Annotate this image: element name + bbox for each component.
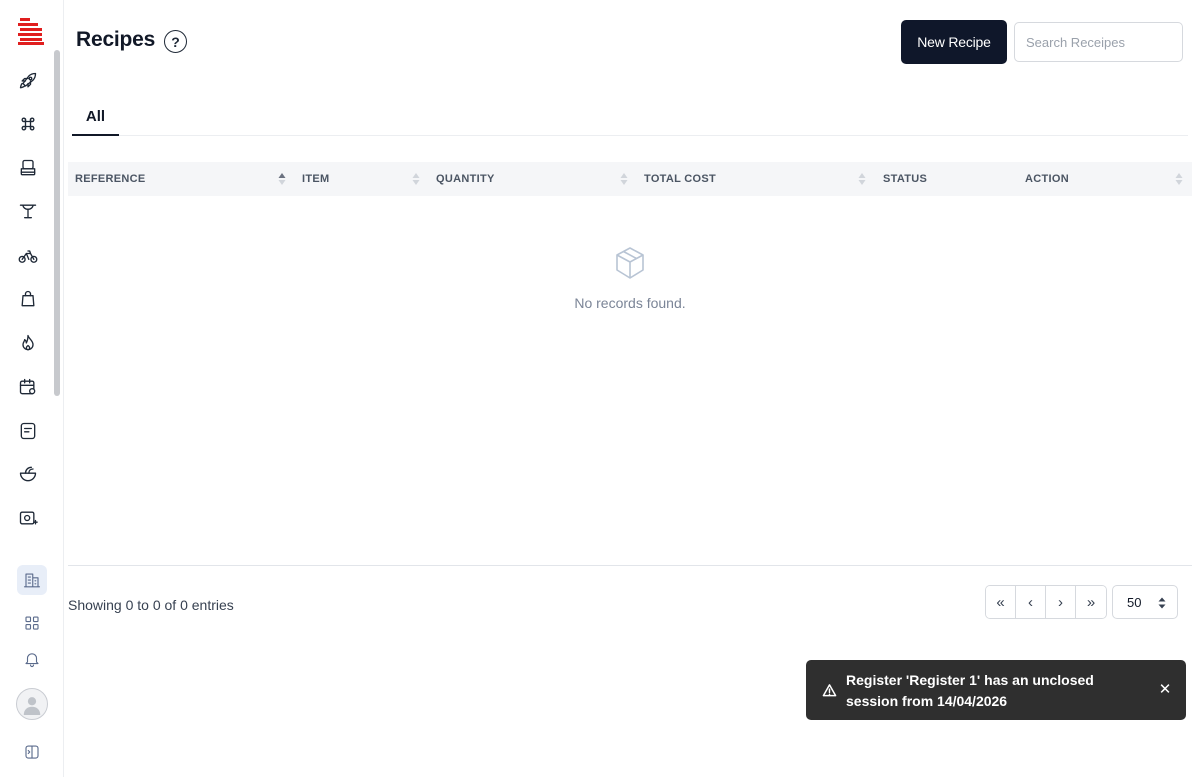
per-page-value: 50 — [1127, 594, 1142, 610]
sidebar-toggle-icon[interactable] — [20, 740, 44, 764]
table-icon[interactable] — [17, 200, 39, 222]
tab-bar: All — [72, 100, 1188, 136]
app-root: Recipes ? New Recipe All REFERENCE ITEM … — [0, 0, 1200, 777]
empty-message: No records found. — [574, 295, 686, 311]
apps-icon[interactable] — [20, 611, 44, 635]
column-header-status: STATUS — [883, 173, 928, 185]
register-icon[interactable] — [17, 157, 39, 179]
sidebar-scrollbar[interactable] — [52, 48, 62, 548]
tab-all[interactable]: All — [72, 100, 119, 136]
sidebar — [0, 0, 64, 777]
column-header-reference[interactable]: REFERENCE — [75, 162, 146, 196]
photo-plus-icon[interactable] — [17, 507, 39, 529]
table-divider — [68, 565, 1192, 566]
page-title: Recipes — [76, 28, 156, 51]
sort-icon[interactable] — [620, 170, 628, 188]
entries-summary: Showing 0 to 0 of 0 entries — [68, 597, 234, 613]
toast-notification: Register 'Register 1' has an unclosed se… — [806, 660, 1186, 720]
select-caret-icon — [1158, 597, 1166, 609]
next-page-button[interactable]: › — [1046, 586, 1076, 618]
first-page-button[interactable]: « — [986, 586, 1016, 618]
per-page-select[interactable]: 50 — [1112, 585, 1178, 619]
pagination: « ‹ › » — [985, 585, 1107, 619]
command-icon[interactable] — [17, 113, 39, 135]
sidebar-scroll-thumb[interactable] — [54, 50, 60, 396]
last-page-button[interactable]: » — [1076, 586, 1106, 618]
sort-icon[interactable] — [1175, 170, 1183, 188]
user-avatar[interactable] — [16, 688, 48, 720]
close-icon[interactable]: ✕ — [1158, 682, 1172, 698]
warning-triangle-icon — [822, 683, 837, 698]
column-header-action[interactable]: ACTION — [1025, 162, 1069, 196]
bowl-icon[interactable] — [17, 463, 39, 485]
toast-message: Register 'Register 1' has an unclosed se… — [846, 672, 1094, 709]
receipt-icon[interactable] — [17, 420, 39, 442]
brand-logo[interactable] — [18, 17, 44, 45]
box-icon — [613, 245, 647, 281]
calendar-settings-icon[interactable] — [17, 376, 39, 398]
bike-icon[interactable] — [17, 245, 39, 267]
new-recipe-button[interactable]: New Recipe — [901, 20, 1007, 64]
bag-icon[interactable] — [17, 288, 39, 310]
sort-icon[interactable] — [412, 170, 420, 188]
help-icon[interactable]: ? — [164, 30, 187, 53]
search-input[interactable] — [1014, 22, 1183, 62]
sort-asc-icon[interactable] — [278, 170, 286, 188]
prev-page-button[interactable]: ‹ — [1016, 586, 1046, 618]
column-header-item[interactable]: ITEM — [302, 162, 329, 196]
rocket-icon[interactable] — [17, 70, 39, 92]
flame-icon[interactable] — [17, 332, 39, 354]
column-header-total-cost[interactable]: TOTAL COST — [644, 162, 716, 196]
building-icon[interactable] — [17, 565, 47, 595]
column-header-quantity[interactable]: QUANTITY — [436, 162, 495, 196]
bell-icon[interactable] — [20, 647, 44, 671]
table-header: REFERENCE ITEM QUANTITY TOTAL COST STATU… — [68, 162, 1192, 196]
sort-icon[interactable] — [858, 170, 866, 188]
empty-state: No records found. — [68, 245, 1192, 311]
